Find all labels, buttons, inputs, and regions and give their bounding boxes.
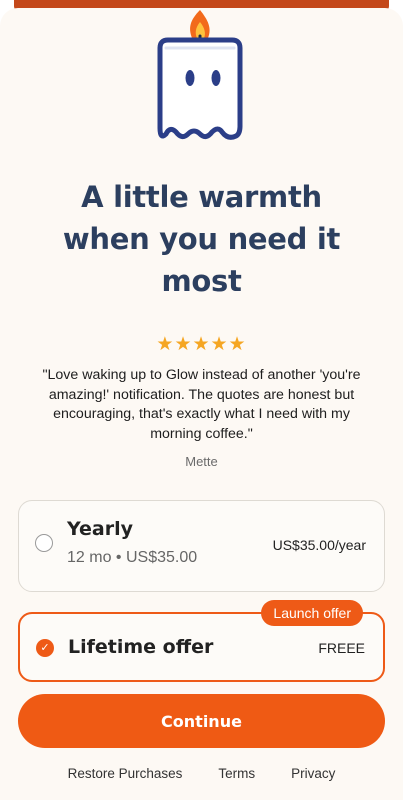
plan-name: Yearly: [67, 518, 133, 540]
page-title: A little warmth when you need it most: [20, 176, 383, 302]
title-line: A little warmth: [81, 180, 322, 214]
footer-links: Restore Purchases Terms Privacy: [0, 766, 403, 781]
privacy-link[interactable]: Privacy: [291, 766, 335, 781]
title-line: most: [161, 264, 242, 298]
star-rating: ★★★★★: [156, 333, 247, 355]
launch-offer-badge: Launch offer: [261, 600, 363, 626]
plan-option-lifetime[interactable]: Launch offer ✓ Lifetime offer FREEE: [18, 600, 385, 682]
plan-price: US$35.00/year: [272, 537, 366, 553]
paywall-sheet: A little warmth when you need it most ★★…: [0, 8, 403, 800]
terms-link[interactable]: Terms: [218, 766, 255, 781]
continue-button[interactable]: Continue: [18, 694, 385, 748]
review-author: Mette: [185, 454, 218, 469]
review-quote: "Love waking up to Glow instead of anoth…: [42, 367, 361, 442]
restore-purchases-link[interactable]: Restore Purchases: [68, 766, 183, 781]
title-line: when you need it: [62, 222, 341, 256]
radio-unselected-icon[interactable]: [35, 534, 53, 552]
check-icon[interactable]: ✓: [36, 639, 54, 657]
plan-subtitle: 12 mo • US$35.00: [67, 549, 198, 566]
candle-ghost-icon: [157, 10, 243, 140]
plan-name: Lifetime offer: [68, 636, 214, 658]
plan-option-yearly[interactable]: Yearly 12 mo • US$35.00 US$35.00/year: [18, 500, 385, 592]
plan-price: FREEE: [318, 640, 365, 656]
